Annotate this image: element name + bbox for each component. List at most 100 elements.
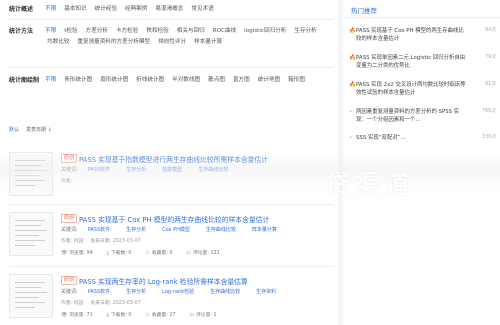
- keyword-link[interactable]: 生存曲线比较: [204, 288, 246, 295]
- divider: [9, 266, 334, 267]
- keywords: 关键词: PASS软件 生存分析 指数模型 生存曲线比较: [61, 166, 234, 173]
- hot-item[interactable]: • 两因素重复测量资料的方差分析的 SPSS 实现：一个分组因素和一个... 7…: [349, 108, 496, 124]
- original-tag: 原创: [61, 214, 78, 223]
- sort-date[interactable]: 发表日期 ↓: [26, 126, 52, 133]
- filter-option[interactable]: 不限: [43, 5, 60, 14]
- original-tag: 原创: [61, 276, 78, 285]
- filter-option[interactable]: ROC曲线: [209, 27, 240, 36]
- list-item: 原创 PASS 实现两生存率的 Log-rank 检验所需样本含量估算 关键词:…: [9, 272, 334, 324]
- sort-default[interactable]: 默认: [9, 126, 19, 133]
- filter-option[interactable]: 基本知识: [60, 5, 90, 14]
- filter-option[interactable]: 重复测量资料的方差分析模型: [73, 38, 154, 47]
- list-item: 原创 PASS 实现基于 Cox PH 模型的两生存曲线比较的样本含量估计 关键…: [9, 210, 334, 262]
- filter-option[interactable]: 散点图: [204, 76, 229, 85]
- filter-option[interactable]: 样本量计算: [190, 38, 226, 47]
- fire-icon: •: [349, 109, 353, 115]
- filter-row-methods: 统计方法 不限 t检验 方差分析 卡方检验 秩和检验 相关与回归 ROC曲线 logistic…: [9, 27, 338, 47]
- divider: [9, 204, 334, 205]
- filter-option[interactable]: 秩和检验: [142, 27, 172, 36]
- author: 何园: [73, 301, 84, 306]
- filter-option[interactable]: 均数比较: [43, 38, 73, 47]
- item-title[interactable]: PASS 实现基于 Cox PH 模型的两生存曲线比较的样本含量估计: [79, 214, 269, 224]
- divider: [9, 19, 334, 20]
- filter-option[interactable]: 统计地图: [254, 76, 284, 85]
- filter-option[interactable]: t检验: [60, 27, 81, 36]
- hot-item[interactable]: 🔥 PASS 实现单因素二元 Logistic 回归分析自由变量为二分类的优势比…: [349, 54, 496, 70]
- keyword-link[interactable]: 生存分析: [120, 226, 152, 233]
- downloads-stat: ⤓ 下载数: 0: [106, 251, 132, 256]
- publish-date: 2023-03-07: [112, 301, 141, 306]
- keyword-link[interactable]: PASS软件: [82, 226, 116, 233]
- divider: [343, 17, 500, 18]
- view-count: 766次: [482, 109, 496, 114]
- filter-label: 统计方法: [9, 28, 34, 35]
- watermark: 贷渠道: [325, 170, 416, 199]
- hot-item[interactable]: 🔥 PASS 实现基于 Cox PH 模型的两生存曲线比较的样本含量估计 94次: [349, 27, 496, 43]
- item-meta: 作者: 何园 发表日期: 2023-03-07: [61, 301, 141, 306]
- main-panel: 统计概述 不限 基本知识 统计经验 经典案例 易混淆概念 常见术语 统计方法 不限 t检验方…: [0, 0, 338, 325]
- filter-option[interactable]: 倾向性评分: [154, 38, 190, 47]
- favorites-stat: ☆ 收藏量: 0: [145, 251, 173, 256]
- filter-option[interactable]: 易混淆概念: [151, 5, 187, 14]
- filter-option[interactable]: 生存分析: [290, 27, 320, 36]
- side-panel: 热门推荐 🔥 PASS 实现基于 Cox PH 模型的两生存曲线比较的样本含量估…: [343, 0, 500, 325]
- hot-item[interactable]: 🔥 PASS 实现 2x2 交叉设计两均数比较时临床等效性试验的样本含量估计 6…: [349, 81, 496, 97]
- keyword-link[interactable]: PASS软件: [82, 288, 116, 295]
- views-stat: 👁 浏览量: 94: [61, 251, 93, 256]
- keyword-link[interactable]: 样本量计算: [246, 226, 283, 233]
- document-thumbnail[interactable]: [9, 274, 53, 318]
- hot-item[interactable]: • SSS 实现“双配对”... 330次: [349, 134, 496, 142]
- fire-icon: 🔥: [349, 55, 356, 61]
- filter-option[interactable]: 不限: [43, 76, 60, 85]
- fire-icon: 🔥: [349, 28, 356, 34]
- view-count: 94次: [485, 28, 496, 33]
- document-thumbnail[interactable]: [9, 152, 53, 196]
- document-thumbnail[interactable]: [9, 212, 53, 256]
- author: 何园: [73, 239, 84, 244]
- item-stats: 👁 浏览量: 94 ⤓ 下载数: 0 ☆ 收藏量: 0 ▭ 评论量: 131: [61, 249, 220, 256]
- filter-option[interactable]: 箱形图: [284, 76, 309, 85]
- filter-label: 统计图绘制: [9, 77, 40, 84]
- publish-date: 2023-03-07: [112, 239, 141, 244]
- comments-stat: ▭ 评论量: 131: [186, 251, 220, 256]
- downloads-stat: ⤓ 下载数: 0: [106, 313, 132, 318]
- keyword-link[interactable]: Cox PH模型: [156, 226, 196, 233]
- divider: [9, 67, 334, 68]
- list-item: 原创 PASS 实现基于指数模型进行两生存曲线比较所需样本含量估计 关键词: P…: [9, 150, 334, 202]
- item-meta: 作者:: [61, 179, 73, 184]
- item-title[interactable]: PASS 实现基于指数模型进行两生存曲线比较所需样本含量估计: [79, 154, 268, 164]
- side-title: 热门推荐: [351, 7, 377, 15]
- filter-option[interactable]: 常见术语: [187, 5, 217, 14]
- filter-option[interactable]: 直方图: [229, 76, 254, 85]
- original-tag: 原创: [61, 154, 78, 163]
- view-count: 79次: [485, 55, 496, 60]
- filter-option[interactable]: 折线统计图: [132, 76, 168, 85]
- views-stat: 👁 浏览量: 71: [61, 313, 93, 318]
- filter-option[interactable]: 相关与回归: [173, 27, 209, 36]
- filter-option[interactable]: 扇形统计图: [96, 76, 132, 85]
- filter-option[interactable]: 方差分析: [82, 27, 112, 36]
- keyword-link[interactable]: 生存分析: [120, 288, 152, 295]
- filter-option[interactable]: 经典案例: [121, 5, 151, 14]
- filter-option[interactable]: 卡方检验: [112, 27, 142, 36]
- filter-option[interactable]: 统计经验: [91, 5, 121, 14]
- filter-option[interactable]: 不限: [43, 27, 60, 36]
- fire-icon: •: [349, 135, 353, 141]
- item-title[interactable]: PASS 实现两生存率的 Log-rank 检验所需样本含量估算: [79, 276, 248, 286]
- filter-option[interactable]: 半对数线图: [168, 76, 204, 85]
- filter-option[interactable]: 条形统计图: [60, 76, 96, 85]
- filter-row-charts: 统计图绘制 不限 条形统计图 扇形统计图 折线统计图 半对数线图 散点图 直方图 统计地图 箱形…: [9, 76, 338, 85]
- keyword-link[interactable]: 生存曲线比较: [192, 166, 234, 173]
- keyword-link[interactable]: Log-rank检验: [156, 288, 200, 295]
- fire-icon: 🔥: [349, 82, 356, 88]
- keywords: 关键词: PASS软件 生存分析 Log-rank检验 生存曲线比较 生存资料: [61, 288, 282, 295]
- view-count: 330次: [482, 135, 496, 140]
- favorites-stat: ☆ 收藏量: 27: [145, 313, 176, 318]
- keyword-link[interactable]: 生存资料: [250, 288, 282, 295]
- filter-option[interactable]: logistic回归分析: [240, 27, 290, 36]
- keyword-link[interactable]: 生存分析: [120, 166, 152, 173]
- filter-row-overview: 统计概述 不限 基本知识 统计经验 经典案例 易混淆概念 常见术语: [9, 5, 338, 14]
- keyword-link[interactable]: 指数模型: [156, 166, 188, 173]
- keyword-link[interactable]: PASS软件: [82, 166, 116, 173]
- keyword-link[interactable]: 生存曲线比较: [200, 226, 242, 233]
